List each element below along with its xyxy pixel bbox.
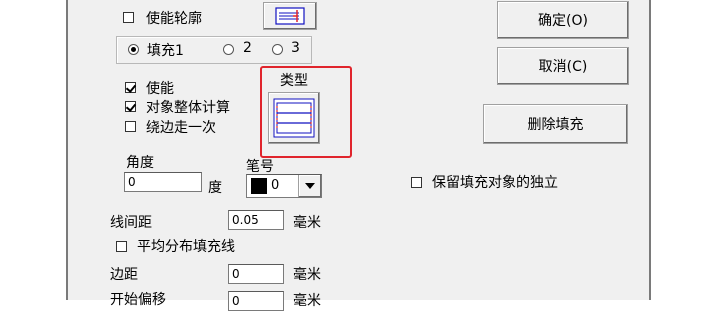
edge-once-checkbox[interactable] xyxy=(125,121,136,132)
whole-calc-checkbox[interactable] xyxy=(125,101,136,112)
delete-fill-button[interactable]: 删除填充 xyxy=(483,104,628,144)
fill2-radio[interactable] xyxy=(223,44,234,55)
margin-input[interactable]: 0 xyxy=(228,264,284,284)
start-offset-label: 开始偏移 xyxy=(110,292,166,308)
fill1-radio[interactable] xyxy=(128,44,139,55)
even-distribute-label: 平均分布填充线 xyxy=(137,239,235,255)
margin-label: 边距 xyxy=(110,267,138,283)
angle-unit: 度 xyxy=(208,180,222,196)
fill2-label: 2 xyxy=(243,40,252,56)
line-spacing-label: 线间距 xyxy=(110,215,152,231)
ok-button[interactable]: 确定(O) xyxy=(497,1,629,39)
fill3-label: 3 xyxy=(291,40,300,56)
fill3-radio[interactable] xyxy=(272,44,283,55)
type-highlight-box xyxy=(260,66,352,158)
fill1-label: 填充1 xyxy=(147,43,184,59)
pen-label: 笔号 xyxy=(246,159,274,175)
background-right xyxy=(651,0,705,300)
enable-label: 使能 xyxy=(146,81,174,97)
start-offset-input[interactable]: 0 xyxy=(228,291,284,311)
line-spacing-unit: 毫米 xyxy=(293,215,321,231)
background-left xyxy=(0,0,66,300)
pen-dropdown-button[interactable] xyxy=(298,175,321,197)
outline-settings-button[interactable] xyxy=(263,2,317,30)
chevron-down-icon xyxy=(305,183,315,189)
line-spacing-input[interactable]: 0.05 xyxy=(228,210,284,230)
angle-input[interactable]: 0 xyxy=(124,172,202,192)
keep-independent-checkbox[interactable] xyxy=(411,177,422,188)
edge-once-label: 绕边走一次 xyxy=(146,120,216,136)
fill-dialog: 使能轮廓 填充1 2 3 使能 对象整体计算 绕边走一次 类型 角度 0 度 笔… xyxy=(68,0,649,311)
start-offset-unit: 毫米 xyxy=(293,293,321,309)
pen-select[interactable]: 0 xyxy=(246,174,322,198)
even-distribute-checkbox[interactable] xyxy=(116,241,127,252)
enable-outline-label: 使能轮廓 xyxy=(146,11,202,27)
enable-checkbox[interactable] xyxy=(125,82,136,93)
pen-color-swatch xyxy=(251,178,267,194)
outline-settings-icon xyxy=(275,7,305,25)
pen-value: 0 xyxy=(271,178,280,193)
enable-outline-checkbox[interactable] xyxy=(123,12,134,23)
margin-unit: 毫米 xyxy=(293,267,321,283)
angle-label: 角度 xyxy=(126,155,154,171)
cancel-button[interactable]: 取消(C) xyxy=(497,47,629,85)
keep-independent-label: 保留填充对象的独立 xyxy=(432,175,558,191)
whole-calc-label: 对象整体计算 xyxy=(146,100,230,116)
